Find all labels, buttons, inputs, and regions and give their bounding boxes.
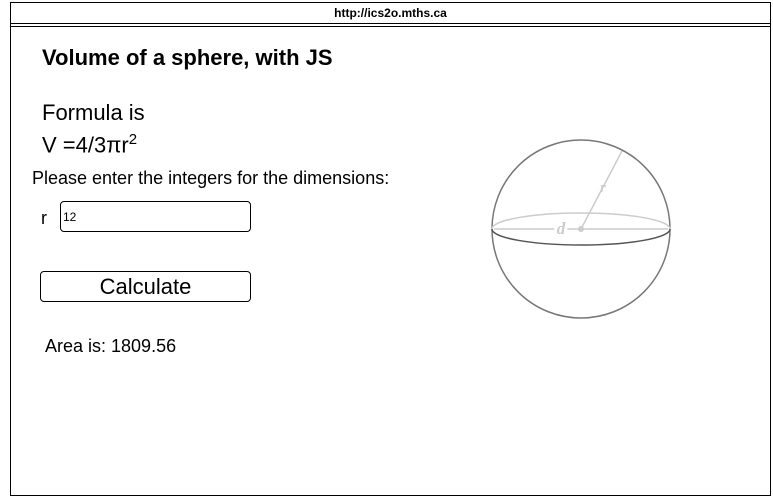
page-title: Volume of a sphere, with JS <box>42 45 333 70</box>
center-point <box>578 226 584 232</box>
address-bar-divider <box>11 26 770 27</box>
url-text: http://ics2o.mths.ca <box>334 6 447 20</box>
instructions: Please enter the integers for the dimens… <box>32 168 390 188</box>
formula-text: V =4/3πr <box>42 132 129 158</box>
diameter-label: d <box>557 219 566 238</box>
sphere-diagram: d r <box>491 139 671 319</box>
formula-exponent: 2 <box>128 131 138 148</box>
browser-window: http://ics2o.mths.ca Volume of a sphere,… <box>10 2 771 496</box>
r-label: r <box>41 208 47 228</box>
radius-input[interactable] <box>60 201 251 232</box>
formula: V =4/3πr2 <box>42 131 137 158</box>
address-bar[interactable]: http://ics2o.mths.ca <box>11 3 770 24</box>
radius-label: r <box>600 180 606 196</box>
formula-heading: Formula is <box>42 100 145 125</box>
calculate-button[interactable]: Calculate <box>40 271 251 302</box>
result-text: Area is: 1809.56 <box>45 336 177 356</box>
